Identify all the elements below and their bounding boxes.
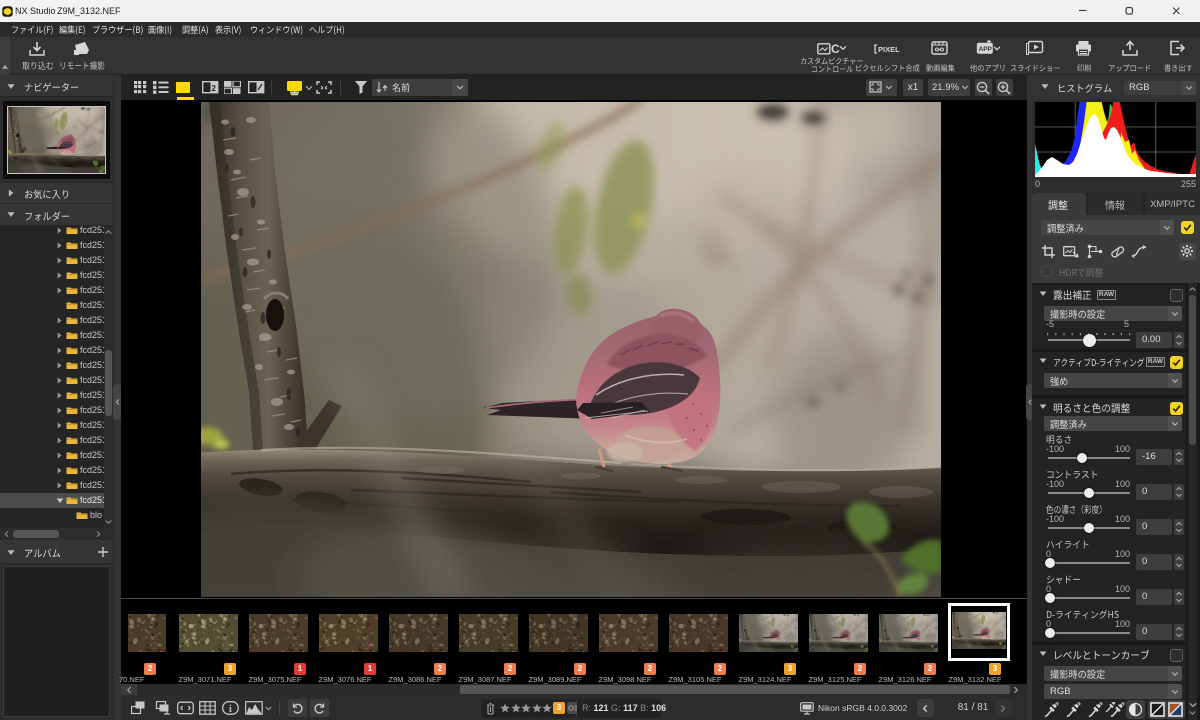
svg-text:APP: APP (979, 46, 993, 53)
svg-text:2: 2 (212, 84, 217, 93)
svg-text:C: C (831, 42, 840, 56)
svg-text:PIXEL: PIXEL (878, 45, 900, 54)
svg-text:i: i (229, 704, 232, 715)
